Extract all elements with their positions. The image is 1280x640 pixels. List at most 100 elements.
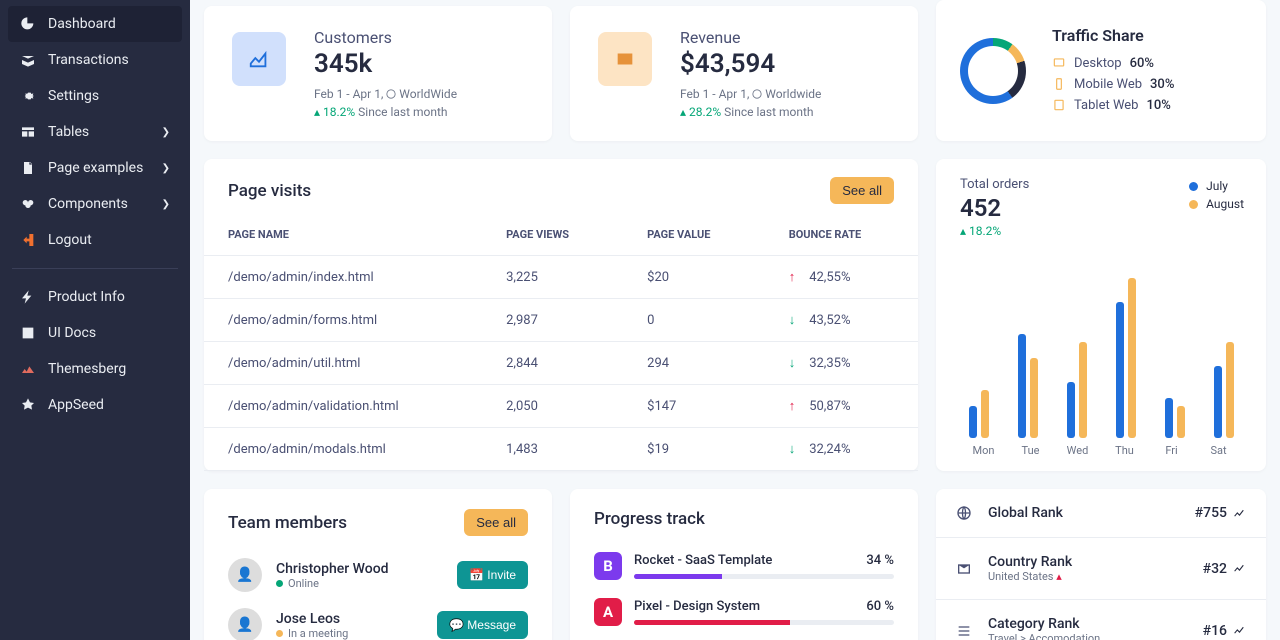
chevron-right-icon: ❯ [162, 163, 170, 174]
sidebar-item-ui-docs[interactable]: UI Docs [8, 315, 182, 351]
see-all-team-button[interactable]: See all [464, 509, 528, 536]
bar [1128, 278, 1136, 438]
nav-icon [20, 361, 36, 377]
nav-label: Tables [48, 124, 89, 140]
bar [1030, 358, 1038, 438]
bar [1116, 302, 1124, 438]
project-name: Rocket - SaaS Template [634, 553, 772, 568]
team-title: Team members [228, 513, 347, 533]
member-status: Online [276, 577, 443, 590]
project-icon: B [594, 552, 622, 580]
rank-row: Country RankUnited States ▴#32 [936, 538, 1266, 600]
sidebar-item-themesberg[interactable]: Themesberg [8, 351, 182, 387]
customers-label: Customers [314, 28, 457, 47]
see-all-visits-button[interactable]: See all [830, 177, 894, 204]
table-row[interactable]: /demo/admin/index.html3,225$20↑42,55% [204, 256, 918, 299]
visits-table: PAGE NAMEPAGE VIEWSPAGE VALUEBOUNCE RATE… [204, 214, 918, 471]
progress-item: VSpaces - Listings Template45 % [594, 635, 894, 640]
rank-value: #32 [1203, 561, 1246, 577]
chevron-right-icon: ❯ [162, 127, 170, 138]
customers-change: ▴ 18.2% Since last month [314, 105, 457, 119]
sidebar-item-product-info[interactable]: Product Info [8, 279, 182, 315]
page-visits-card: Page visits See all PAGE NAMEPAGE VIEWSP… [204, 159, 918, 471]
bar-group [1156, 398, 1193, 438]
bar [1067, 382, 1075, 438]
rank-row: Category RankTravel > Accomodation#16 [936, 600, 1266, 640]
sidebar: DashboardTransactionsSettingsTables❯Page… [0, 0, 190, 640]
chart-line-icon [232, 32, 286, 86]
invite-button[interactable]: 📅 Invite [457, 561, 528, 589]
sidebar-item-dashboard[interactable]: Dashboard [8, 6, 182, 42]
revenue-card: Revenue $43,594 Feb 1 - Apr 1, Worldwide… [570, 6, 918, 141]
project-name: Pixel - Design System [634, 599, 760, 614]
nav-icon [20, 325, 36, 341]
customers-value: 345k [314, 49, 457, 79]
nav-label: Settings [48, 88, 99, 104]
rank-value: #16 [1203, 623, 1246, 639]
sidebar-item-components[interactable]: Components❯ [8, 186, 182, 222]
bar [981, 390, 989, 438]
table-row[interactable]: /demo/admin/forms.html2,9870↓43,52% [204, 299, 918, 342]
nav-label: Dashboard [48, 16, 116, 32]
nav-icon [20, 52, 36, 68]
orders-change: ▴ 18.2% [960, 224, 1242, 238]
nav-label: UI Docs [48, 325, 96, 341]
sidebar-item-page-examples[interactable]: Page examples❯ [8, 150, 182, 186]
rank-title: Country Rank [988, 554, 1189, 570]
message-button[interactable]: 💬 Message [437, 611, 528, 639]
table-row[interactable]: /demo/admin/modals.html1,483$19↓32,24% [204, 428, 918, 471]
rank-title: Global Rank [988, 505, 1181, 521]
nav-label: AppSeed [48, 397, 104, 413]
bar [1214, 366, 1222, 438]
customers-period: Feb 1 - Apr 1, WorldWide [314, 87, 457, 101]
device-icon [1052, 77, 1066, 91]
sidebar-item-appseed[interactable]: AppSeed [8, 387, 182, 423]
table-header: BOUNCE RATE [765, 214, 918, 256]
chevron-right-icon: ❯ [162, 199, 170, 210]
sidebar-item-logout[interactable]: Logout [8, 222, 182, 258]
bar-group [1107, 278, 1144, 438]
rank-row: Global Rank #755 [936, 489, 1266, 538]
revenue-period: Feb 1 - Apr 1, Worldwide [680, 87, 821, 101]
bar [1226, 342, 1234, 438]
rank-value: #755 [1195, 505, 1246, 521]
member-name[interactable]: Christopher Wood [276, 561, 443, 577]
device-icon [1052, 56, 1066, 70]
traffic-title: Traffic Share [1052, 26, 1174, 45]
table-header: PAGE NAME [204, 214, 482, 256]
sidebar-item-tables[interactable]: Tables ❯ [8, 114, 182, 150]
chart-legend: July August [1189, 177, 1244, 213]
nav-label: Transactions [48, 52, 129, 68]
ranks-card: Global Rank #755 Country RankUnited State… [936, 489, 1266, 640]
customers-card: Customers 345k Feb 1 - Apr 1, WorldWide … [204, 6, 552, 141]
rank-icon [956, 623, 974, 639]
main-content: Customers 345k Feb 1 - Apr 1, WorldWide … [190, 0, 1280, 640]
member-name[interactable]: Jose Leos [276, 611, 423, 627]
bar [1079, 342, 1087, 438]
table-row[interactable]: /demo/admin/validation.html2,050$147↑50,… [204, 385, 918, 428]
cash-register-icon [598, 32, 652, 86]
project-pct: 34 % [866, 553, 894, 568]
device-icon [1052, 98, 1066, 112]
bar [1165, 398, 1173, 438]
nav-label: Product Info [48, 289, 125, 305]
sidebar-item-settings[interactable]: Settings [8, 78, 182, 114]
table-row[interactable]: /demo/admin/util.html2,844294↓32,35% [204, 342, 918, 385]
traffic-row: Tablet Web 10% [1052, 95, 1174, 116]
progress-bar [634, 574, 894, 579]
nav-icon [20, 88, 36, 104]
separator [12, 268, 178, 269]
sidebar-item-transactions[interactable]: Transactions [8, 42, 182, 78]
avatar: 👤 [228, 558, 262, 592]
bar-group [1058, 342, 1095, 438]
page-visits-title: Page visits [228, 181, 311, 201]
table-header: PAGE VALUE [623, 214, 765, 256]
rank-icon [956, 505, 974, 521]
donut-chart [960, 38, 1026, 104]
team-members-card: Team members See all 👤 Christopher WoodOn… [204, 489, 552, 640]
member-status: In a meeting [276, 627, 423, 640]
progress-track-card: Progress track BRocket - SaaS Template34… [570, 489, 918, 640]
nav-icon [20, 289, 36, 305]
nav-icon [20, 397, 36, 413]
avatar: 👤 [228, 608, 262, 640]
